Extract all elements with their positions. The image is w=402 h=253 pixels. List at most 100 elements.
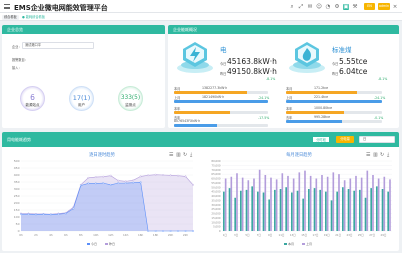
daily-chart-download-icon[interactable]: ⤓: [387, 152, 390, 158]
daily-bar-上月: [366, 170, 369, 231]
daily-chart-refresh-icon[interactable]: ↻: [380, 152, 384, 158]
daily-bar-上月: [230, 176, 233, 231]
daily-y-tick: 30,000: [211, 203, 220, 207]
language-button[interactable]: EN: [364, 3, 375, 10]
coal-row-value: 1000.80tce: [314, 106, 333, 110]
daily-bar-本月: [296, 190, 299, 231]
hourly-point: [50, 213, 52, 216]
hourly-x-tick: 0h: [19, 233, 23, 237]
daily-legend-swatch: [284, 243, 287, 245]
company-select[interactable]: 测试港口平: [22, 42, 94, 49]
close-icon[interactable]: ×: [392, 4, 398, 10]
hourly-y-tick: 400: [14, 173, 20, 177]
electricity-today-value: 45163.8kW·h: [227, 57, 277, 66]
daily-bar-本月: [342, 187, 344, 231]
search-icon[interactable]: ⌕: [289, 4, 295, 10]
daily-bar-上月: [326, 176, 329, 231]
monitor-point-card[interactable]: 333(5) 监测点: [118, 86, 143, 111]
access-label: 接入：: [12, 66, 22, 70]
hourly-point: [102, 182, 105, 185]
hourly-x-tick: 16h: [138, 233, 144, 237]
hourly-y-tick: 300: [14, 187, 20, 191]
date-picker[interactable]: 日: [359, 136, 395, 143]
hourly-y-tick: 100: [14, 215, 20, 219]
hourly-point: [162, 230, 164, 232]
hourly-chart-download-icon[interactable]: ⤓: [190, 152, 193, 158]
time-period-button[interactable]: 分时段: [312, 136, 330, 143]
hourly-point: [72, 207, 75, 210]
daily-x-tick: 25日: [358, 233, 364, 237]
monitor-point-value: 333(5): [120, 95, 141, 101]
hourly-point: [109, 174, 112, 177]
enterprise-panel: 企业总览 企业： 测试港口平 报警数目： 接入： 6 能源站点 17(1) 用户…: [2, 25, 165, 128]
coal-illustration: [286, 39, 328, 75]
daily-x-tick: 19日: [324, 233, 330, 237]
daily-y-tick: 45,000: [211, 190, 220, 194]
hourly-x-tick: 8h: [79, 233, 83, 237]
daily-bar-本月: [274, 189, 276, 231]
daily-x-tick: 13日: [290, 233, 296, 237]
user-card[interactable]: 17(1) 用户: [69, 86, 94, 111]
hourly-point: [27, 213, 30, 216]
hourly-point: [57, 213, 60, 216]
daily-bar-本月: [359, 189, 361, 231]
hourly-chart-line-chart-icon[interactable]: ☰: [169, 152, 174, 158]
hourly-chart-bar-chart-icon[interactable]: ▥: [176, 152, 181, 158]
tool-icon[interactable]: ⚒: [352, 4, 358, 10]
coal-today-label: 今日: [332, 62, 339, 66]
daily-bar-本月: [330, 200, 333, 231]
message-icon[interactable]: ✉: [307, 4, 313, 10]
hourly-legend-label: 昨日: [109, 241, 115, 246]
energy-site-card[interactable]: 6 能源站点: [20, 86, 45, 111]
electricity-stats: 本月 1382277.3kW·h 上月 1821490kW·h -24.1% 本…: [174, 83, 278, 127]
language-icon[interactable]: ▣: [343, 3, 349, 10]
daily-bar-上月: [292, 178, 295, 231]
daily-y-tick: 55,000: [211, 181, 220, 185]
menu-icon[interactable]: [4, 4, 10, 9]
daily-bar-本月: [228, 188, 231, 231]
daily-x-tick: 17日: [313, 233, 319, 237]
user-button[interactable]: admin: [378, 3, 390, 10]
energy-overview-title: 企业能耗概况: [168, 25, 399, 34]
daily-bar-本月: [364, 197, 367, 231]
bell-icon[interactable]: ◔: [325, 4, 331, 10]
hourly-chart: 逐日逐时趋势 ☰ ▥ ↻ ⤓ 0 50 100 150 200 250 300 350 400 450 500…: [5, 149, 199, 250]
coal-yesterday-value: 6.04tce: [339, 67, 368, 76]
daily-bar-上月: [383, 176, 386, 231]
power-button[interactable]: 分电量: [336, 136, 354, 143]
hourly-legend-swatch: [87, 243, 90, 245]
settings-icon[interactable]: ⚙: [334, 4, 340, 10]
expand-icon[interactable]: ⤢: [298, 4, 304, 10]
hourly-point: [192, 183, 194, 186]
hourly-y-tick: 350: [14, 180, 20, 184]
tab-bar: 综合看板 ● 能耗综合看板: [0, 13, 402, 21]
app-title: EMS企业微电网能效管理平台: [14, 3, 108, 12]
coal-compare: -8.1%: [378, 77, 388, 81]
electricity-name: 电: [220, 46, 227, 54]
daily-bar-本月: [387, 191, 389, 231]
tab-energy-board[interactable]: ● 能耗综合看板: [20, 14, 47, 20]
hourly-point: [154, 173, 157, 176]
coal-row-fill: [286, 120, 342, 123]
daily-x-tick: 11日: [279, 233, 285, 237]
daily-bar-本月: [336, 191, 338, 231]
daily-y-tick: 50,000: [211, 185, 220, 189]
daily-y-tick: 40,000: [211, 194, 220, 198]
daily-chart-bar-chart-icon[interactable]: ▥: [373, 152, 378, 158]
daily-y-tick: 65,000: [211, 172, 220, 176]
daily-bar-上月: [332, 172, 335, 231]
coal-row-bar: [286, 91, 382, 94]
user-icon[interactable]: ☺: [316, 4, 322, 10]
hourly-chart-refresh-icon[interactable]: ↻: [183, 152, 187, 158]
hourly-point: [147, 174, 150, 177]
daily-chart-line-chart-icon[interactable]: ☰: [366, 152, 371, 158]
tab-overview[interactable]: 综合看板: [2, 14, 19, 20]
daily-legend-swatch: [302, 243, 305, 245]
daily-bar-本月: [370, 188, 372, 231]
daily-bar-本月: [245, 189, 248, 231]
electricity-row-pct: -24.1%: [258, 96, 270, 100]
hourly-point: [20, 213, 22, 216]
daily-y-tick: 20,000: [211, 212, 220, 216]
coal-row-bar: [286, 111, 382, 114]
hourly-x-tick: 18h: [153, 233, 159, 237]
